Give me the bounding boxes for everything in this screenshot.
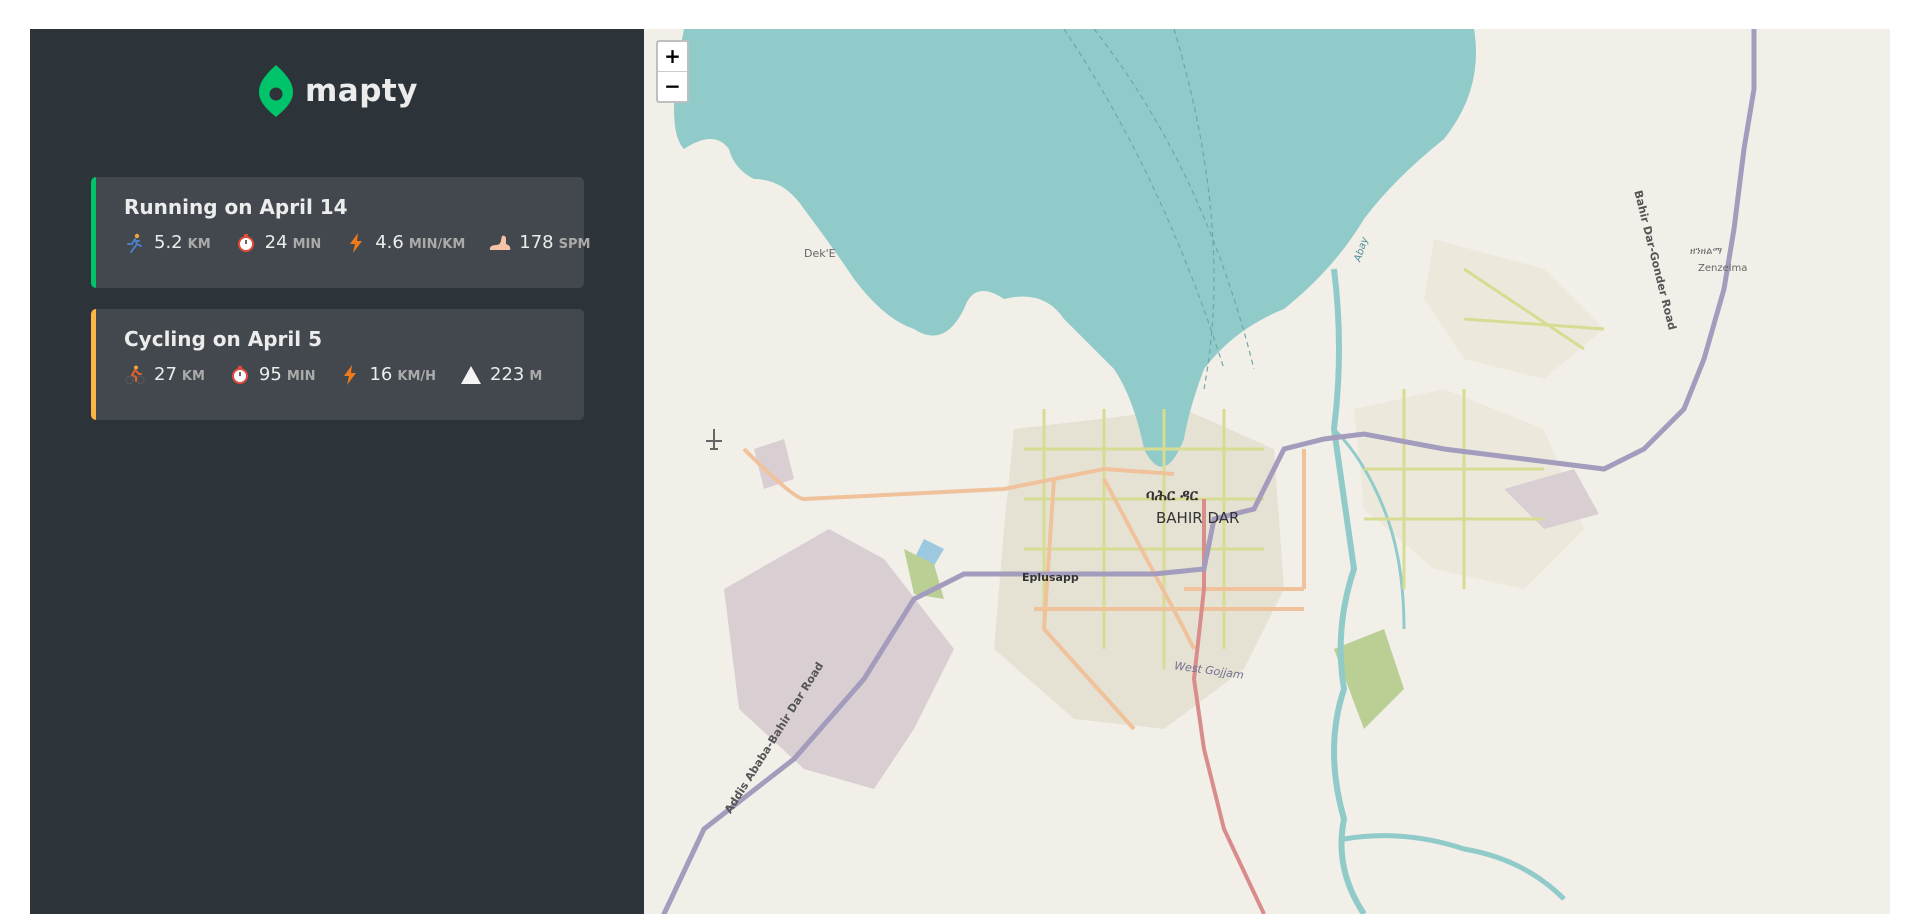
workout-item-running[interactable]: Running on April 14 5.2 km 24 [91,177,590,288]
detail-unit: km [181,369,205,384]
lightning-icon [339,364,361,386]
logo: mapty [259,65,418,117]
stopwatch-icon [229,364,251,386]
workout-detail-elevation: 223 m [460,364,542,386]
map-label-dek-e: Dek'E [804,247,836,260]
zoom-control: + − [656,40,689,103]
workout-title: Cycling on April 5 [124,327,322,351]
workout-detail-duration: 24 min [235,232,322,254]
detail-value: 27 [154,364,177,385]
workout-details: 5.2 km 24 min 4.6 [124,232,590,254]
map-tiles[interactable] [644,29,1890,914]
cyclist-icon [124,364,146,386]
detail-value: 223 [490,364,525,385]
map-label-city-amharic: ባሕር ዳር [1146,486,1199,504]
map-pin-icon [259,65,293,117]
mountain-icon [460,364,482,386]
detail-unit: m [529,369,543,384]
workout-list: Running on April 14 5.2 km 24 [91,177,590,441]
workout-detail-cadence: 178 spm [489,232,590,254]
detail-unit: min/km [408,237,466,252]
runner-icon [124,232,146,254]
detail-unit: min [286,369,316,384]
sidebar: mapty Running on April 14 5.2 km [30,29,644,914]
lightning-icon [345,232,367,254]
zoom-in-button[interactable]: + [658,42,687,72]
detail-value: 178 [519,232,554,253]
map-label-zenzelma-amharic: ዘንዘልማ [1690,246,1723,257]
workout-detail-distance: 27 km [124,364,205,386]
logo-text: mapty [305,73,418,109]
zoom-out-button[interactable]: − [658,72,687,101]
map-label-zenzelma: Zenzelma [1698,263,1748,274]
detail-value: 16 [369,364,393,385]
detail-unit: min [292,237,322,252]
workout-detail-duration: 95 min [229,364,316,386]
detail-unit: km [187,237,211,252]
stopwatch-icon [235,232,257,254]
map[interactable]: + − ባሕር ዳር BAHIR DAR Eplusapp Dek'E ዘንዘል… [644,29,1890,914]
workout-details: 27 km 95 min 16 [124,364,584,386]
foot-icon [489,232,511,254]
workout-item-cycling[interactable]: Cycling on April 5 27 km 95 [91,309,584,420]
workout-detail-pace: 4.6 min/km [345,232,465,254]
app-container: mapty Running on April 14 5.2 km [30,29,1890,914]
detail-unit: km/h [397,369,437,384]
map-label-eplusapp: Eplusapp [1022,571,1079,584]
detail-value: 5.2 [154,232,183,253]
detail-value: 24 [264,232,288,253]
workout-detail-speed: 16 km/h [339,364,436,386]
workout-title: Running on April 14 [124,195,348,219]
detail-value: 4.6 [375,232,404,253]
detail-value: 95 [258,364,282,385]
map-label-city: BAHIR DAR [1156,509,1240,527]
detail-unit: spm [558,237,591,252]
workout-detail-distance: 5.2 km [124,232,211,254]
